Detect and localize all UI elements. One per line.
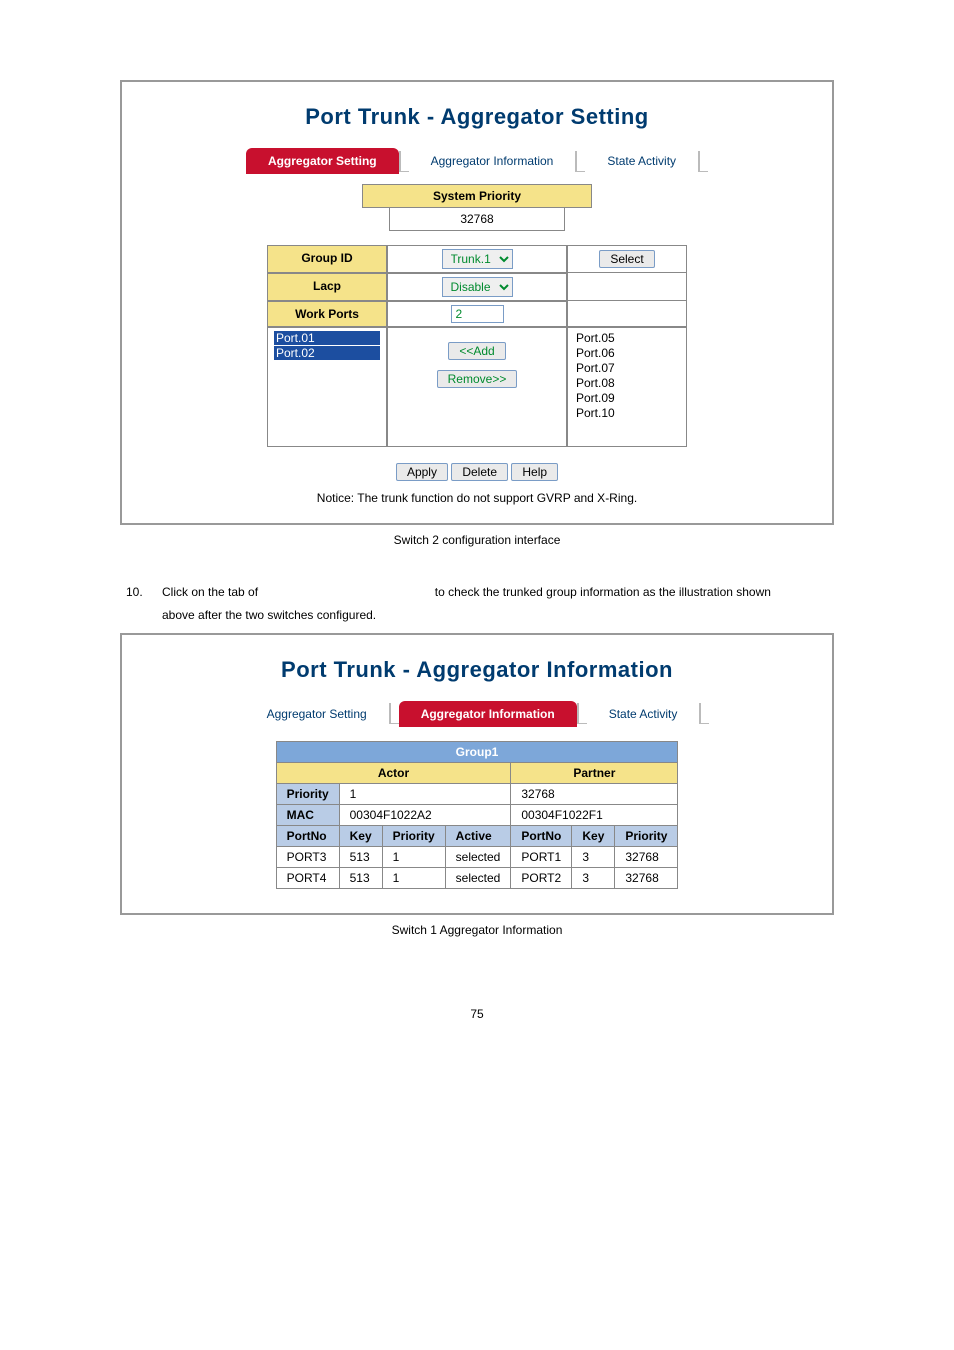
panel-title: Port Trunk - Aggregator Setting — [140, 104, 814, 130]
lacp-select[interactable]: Disable — [442, 277, 513, 297]
empty-cell — [567, 301, 687, 327]
work-ports-input[interactable] — [451, 305, 504, 323]
port-item[interactable]: Port.02 — [274, 346, 380, 360]
lacp-cell: Disable — [387, 273, 567, 301]
cell: PORT3 — [276, 846, 339, 867]
action-bar: Apply Delete Help — [140, 463, 814, 481]
delete-button[interactable]: Delete — [451, 463, 508, 481]
col-priority: Priority — [615, 825, 678, 846]
aggregator-info-table: Group1 Actor Partner Priority 1 32768 MA… — [276, 741, 679, 889]
help-button[interactable]: Help — [511, 463, 558, 481]
tab-divider — [399, 151, 409, 172]
cell: 32768 — [615, 846, 678, 867]
step-text-1: Click on the tab of — [162, 585, 258, 599]
tab-aggregator-information[interactable]: Aggregator Information — [399, 701, 577, 727]
caption-switch1: Switch 1 Aggregator Information — [120, 923, 834, 937]
cell: 32768 — [615, 867, 678, 888]
table-row: PORT4 513 1 selected PORT2 3 32768 — [276, 867, 678, 888]
cell: selected — [445, 846, 511, 867]
available-ports-list[interactable]: Port.05 Port.06 Port.07 Port.08 Port.09 … — [567, 327, 687, 447]
col-portno: PortNo — [511, 825, 572, 846]
priority-label: Priority — [276, 783, 339, 804]
cell: 1 — [382, 867, 445, 888]
tab-aggregator-information[interactable]: Aggregator Information — [409, 148, 576, 174]
aggregator-setting-panel: Port Trunk - Aggregator Setting Aggregat… — [120, 80, 834, 525]
cell: 3 — [572, 846, 615, 867]
tab-divider — [577, 703, 587, 724]
tab-divider — [698, 151, 708, 172]
tab-state-activity[interactable]: State Activity — [585, 148, 698, 174]
config-grid: Group ID Trunk.1 Select Lacp Disable — [140, 245, 814, 447]
page-number: 75 — [120, 1007, 834, 1021]
step-text-3: above after the two switches configured. — [162, 608, 376, 622]
col-key: Key — [572, 825, 615, 846]
tab-divider — [575, 151, 585, 172]
table-row: PORT3 513 1 selected PORT1 3 32768 — [276, 846, 678, 867]
port-item[interactable]: Port.07 — [574, 361, 680, 375]
panel-title: Port Trunk - Aggregator Information — [140, 657, 814, 683]
cell: PORT1 — [511, 846, 572, 867]
system-priority-value: 32768 — [389, 208, 564, 231]
port-item[interactable]: Port.05 — [574, 331, 680, 345]
cell: 513 — [339, 867, 382, 888]
cell: 3 — [572, 867, 615, 888]
selected-ports-list[interactable]: Port.01 Port.02 — [267, 327, 387, 447]
lacp-label: Lacp — [267, 273, 387, 301]
group-id-cell: Trunk.1 — [387, 245, 567, 273]
col-key: Key — [339, 825, 382, 846]
group-header: Group1 — [276, 741, 678, 762]
select-cell: Select — [567, 245, 687, 273]
tab-aggregator-setting[interactable]: Aggregator Setting — [245, 701, 389, 727]
step-10: 10. Click on the tab of to check the tru… — [126, 581, 834, 627]
group-id-label: Group ID — [267, 245, 387, 273]
remove-button[interactable]: Remove>> — [437, 370, 518, 388]
cell: 1 — [382, 846, 445, 867]
port-item[interactable]: Port.09 — [574, 391, 680, 405]
port-item[interactable]: Port.08 — [574, 376, 680, 390]
cell: 513 — [339, 846, 382, 867]
work-ports-label: Work Ports — [267, 301, 387, 327]
partner-mac: 00304F1022F1 — [511, 804, 678, 825]
notice-text: Notice: The trunk function do not suppor… — [140, 491, 814, 505]
group-id-select[interactable]: Trunk.1 — [442, 249, 513, 269]
col-priority: Priority — [382, 825, 445, 846]
system-priority-block: System Priority 32768 — [140, 184, 814, 231]
tab-state-activity[interactable]: State Activity — [587, 701, 700, 727]
actor-priority: 1 — [339, 783, 511, 804]
col-portno: PortNo — [276, 825, 339, 846]
system-priority-label: System Priority — [362, 184, 592, 208]
apply-button[interactable]: Apply — [396, 463, 448, 481]
add-button[interactable]: <<Add — [448, 342, 505, 360]
col-active: Active — [445, 825, 511, 846]
aggregator-information-panel: Port Trunk - Aggregator Information Aggr… — [120, 633, 834, 915]
cell: selected — [445, 867, 511, 888]
port-item[interactable]: Port.10 — [574, 406, 680, 420]
mac-label: MAC — [276, 804, 339, 825]
tab-aggregator-setting[interactable]: Aggregator Setting — [246, 148, 399, 174]
select-button[interactable]: Select — [599, 250, 654, 268]
work-ports-cell — [387, 301, 567, 327]
tab-bar: Aggregator Setting Aggregator Informatio… — [140, 148, 814, 174]
actor-header: Actor — [276, 762, 511, 783]
transfer-buttons-cell: <<Add Remove>> — [387, 327, 567, 447]
port-item[interactable]: Port.01 — [274, 331, 380, 345]
tab-divider — [699, 703, 709, 724]
cell: PORT4 — [276, 867, 339, 888]
partner-header: Partner — [511, 762, 678, 783]
port-item[interactable]: Port.06 — [574, 346, 680, 360]
cell: PORT2 — [511, 867, 572, 888]
tab-divider — [389, 703, 399, 724]
actor-mac: 00304F1022A2 — [339, 804, 511, 825]
empty-cell — [567, 273, 687, 301]
step-number: 10. — [126, 581, 152, 604]
caption-switch2: Switch 2 configuration interface — [120, 533, 834, 547]
partner-priority: 32768 — [511, 783, 678, 804]
step-text-2: to check the trunked group information a… — [435, 585, 771, 599]
tab-bar: Aggregator Setting Aggregator Informatio… — [140, 701, 814, 727]
